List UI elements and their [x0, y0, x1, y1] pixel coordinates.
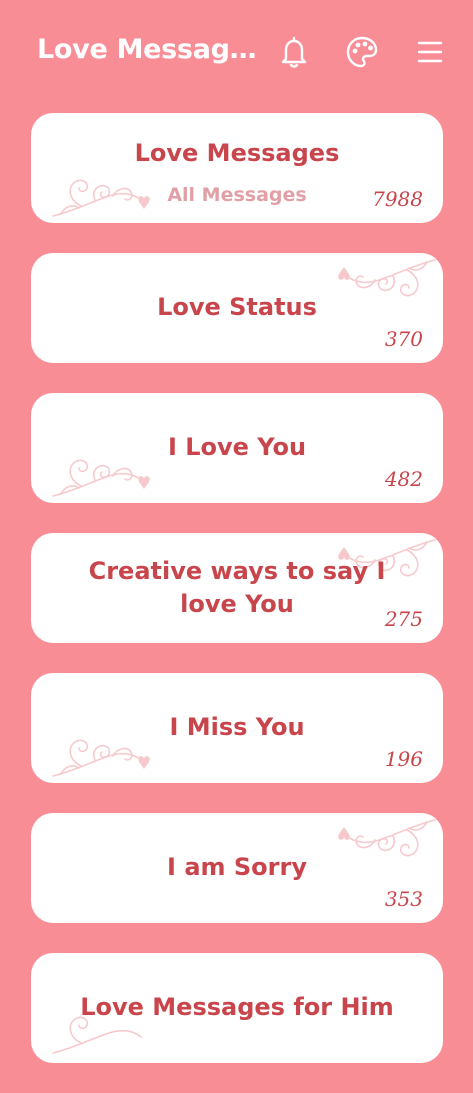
category-title: Love Messages for Him	[80, 993, 394, 1021]
category-title: Creative ways to say I love You	[88, 557, 386, 618]
message-count: 275	[384, 607, 423, 631]
category-card-i-am-sorry[interactable]: I am Sorry 353	[31, 813, 443, 923]
bell-icon[interactable]	[276, 34, 312, 70]
message-count: 353	[384, 887, 423, 911]
message-count: 370	[384, 327, 423, 351]
category-card-love-messages-for-him[interactable]: Love Messages for Him	[31, 953, 443, 1063]
menu-icon[interactable]	[412, 34, 448, 70]
message-count: 482	[384, 467, 423, 491]
message-count: 7988	[372, 187, 423, 211]
category-title: I Love You	[167, 433, 307, 461]
category-card-love-status[interactable]: Love Status 370	[31, 253, 443, 363]
message-count: 196	[384, 747, 423, 771]
category-title: Love Status	[157, 293, 317, 321]
app-title: Love Messages	[37, 34, 257, 65]
category-title: Love Messages	[134, 139, 340, 167]
category-list: Love Messages All Messages 7988 Love Sta…	[31, 113, 443, 1093]
category-card-creative-ways[interactable]: Creative ways to say I love You 275	[31, 533, 443, 643]
category-card-i-love-you[interactable]: I Love You 482	[31, 393, 443, 503]
category-title: I am Sorry	[167, 853, 307, 881]
app-bar: Love Messages	[0, 0, 473, 106]
category-card-i-miss-you[interactable]: I Miss You 196	[31, 673, 443, 783]
category-card-love-messages[interactable]: Love Messages All Messages 7988	[31, 113, 443, 223]
palette-icon[interactable]	[344, 34, 380, 70]
category-title: I Miss You	[169, 713, 305, 741]
